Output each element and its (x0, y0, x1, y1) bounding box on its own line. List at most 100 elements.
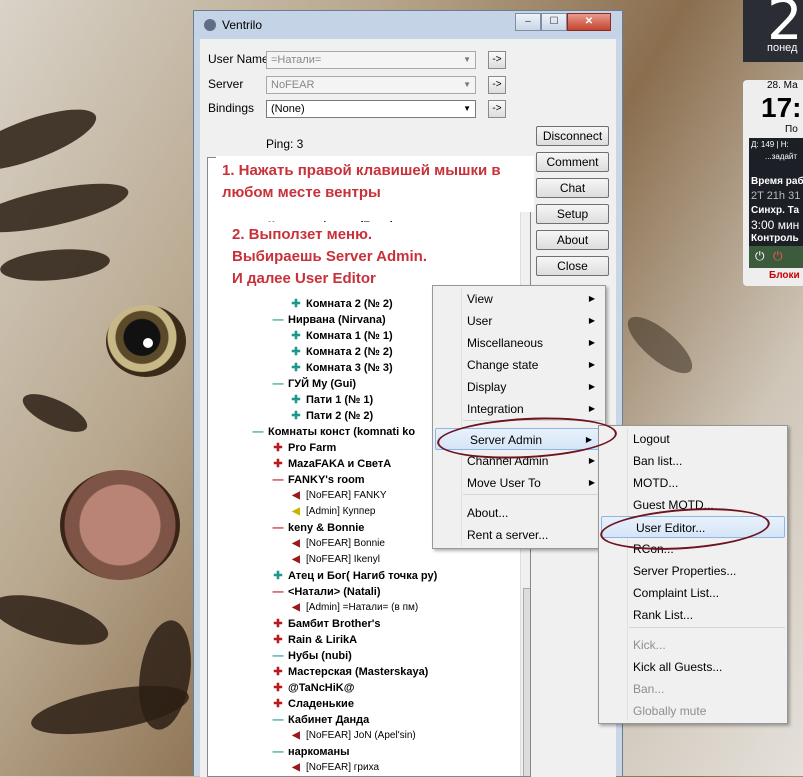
chevron-down-icon: ▼ (463, 80, 471, 89)
submenu-item-server-properties[interactable]: Server Properties... (599, 560, 787, 582)
tree-channel-row[interactable]: — Комнаты конст (komnati ko (252, 424, 416, 440)
tree-row-label: Мастерская (Masterskaya) (288, 666, 429, 678)
submenu-item-logout[interactable]: Logout (599, 428, 787, 450)
tree-channel-row[interactable]: ✚ Атец и Бог( Нагиб точка ру) (272, 568, 437, 584)
server-combo[interactable]: NoFEAR ▼ (266, 76, 476, 94)
maximize-button[interactable]: ☐ (541, 13, 567, 31)
tree-channel-row[interactable]: — keny & Bonnie (272, 520, 365, 536)
submenu-item-motd[interactable]: MOTD... (599, 472, 787, 494)
tree-channel-row[interactable]: ✚ Мастерская (Masterskaya) (272, 664, 428, 680)
menu-item-label: Kick all Guests... (633, 660, 723, 674)
comment-button[interactable]: Comment (536, 152, 609, 172)
tree-user-row[interactable]: ◀ [NoFEAR] JoN (Apel'sin) (290, 728, 416, 744)
cal-2t: 2T 21h 31 (751, 190, 801, 202)
about-button[interactable]: About (536, 230, 609, 250)
submenu-item-kick-all-guests[interactable]: Kick all Guests... (599, 656, 787, 678)
context-menu-item-integration[interactable]: Integration ▶ (433, 398, 605, 420)
tree-channel-row[interactable]: ✚ Комната 3 (№ 3) (290, 360, 392, 376)
disconnect-button[interactable]: Disconnect (536, 126, 609, 146)
tree-channel-row[interactable]: ✚ Комната 2 (№ 2) (290, 296, 393, 312)
tree-user-row[interactable]: ◀ [NoFEAR] Ikenyl (290, 552, 380, 568)
note-2-line-2: Выбираешь Server Admin. (232, 248, 428, 265)
power-icon[interactable]: ⏻ (755, 249, 765, 264)
submenu-item-rank-list[interactable]: Rank List... (599, 604, 787, 626)
tree-channel-row[interactable]: — FANKY's room (272, 472, 365, 488)
menu-item-label: Move User To (467, 476, 541, 490)
context-menu-item-about[interactable]: About... (433, 502, 605, 524)
tree-channel-row[interactable]: ✚ Комната 2 (№ 2) (290, 344, 392, 360)
tree-channel-row[interactable]: ✚ @TaNcHiK@ (272, 680, 354, 696)
tree-row-label: Пати 2 (№ 2) (306, 410, 374, 422)
menu-separator (629, 627, 785, 628)
menu-item-label: Ban list... (633, 454, 683, 468)
chevron-down-icon: ▼ (463, 55, 471, 64)
tree-channel-row[interactable]: ✚ Пати 1 (№ 1) (290, 392, 373, 408)
tree-row-label: Комната 2 (№ 2) (306, 298, 393, 310)
locked-channel-icon: ✚ (273, 698, 283, 710)
submenu-item-complaint-list[interactable]: Complaint List... (599, 582, 787, 604)
submenu-item-ban-list[interactable]: Ban list... (599, 450, 787, 472)
tree-row-label: Pro Farm (288, 442, 337, 454)
menu-item-label: Change state (467, 358, 539, 372)
title-bar[interactable]: Ventrilo – ☐ ✕ (194, 11, 622, 39)
server-go-button[interactable]: -> (488, 76, 506, 94)
menu-separator (463, 494, 603, 495)
chat-button[interactable]: Chat (536, 178, 609, 198)
ping-readout: Ping: 3 (266, 137, 304, 151)
speaker-icon: ◀ (292, 554, 300, 565)
context-menu-item-miscellaneous[interactable]: Miscellaneous ▶ (433, 332, 605, 354)
submenu-item-ban: Ban... (599, 678, 787, 700)
tree-channel-row[interactable]: ✚ Бамбит Brother's (272, 616, 380, 632)
context-menu-item-change-state[interactable]: Change state ▶ (433, 354, 605, 376)
menu-item-label: Miscellaneous (467, 336, 544, 350)
context-menu-item-view[interactable]: View ▶ (433, 288, 605, 310)
tree-channel-row[interactable]: — ГУЙ Му (Gui) (272, 376, 357, 392)
submenu-arrow-icon: ▶ (588, 316, 595, 325)
close-window-button[interactable]: ✕ (567, 13, 611, 31)
tree-channel-row[interactable]: ✚ MazaFAKA и СветА (272, 456, 391, 472)
cal-weekday: По (785, 124, 798, 135)
scrollbar-thumb[interactable] (523, 588, 530, 776)
tree-channel-row[interactable]: ✚ Пати 2 (№ 2) (290, 408, 373, 424)
user-name-combo[interactable]: =Натали= ▼ (266, 51, 476, 69)
context-menu-item-display[interactable]: Display ▶ (433, 376, 605, 398)
cal-power-bar[interactable]: ⏻ ⏻ (749, 246, 803, 268)
tree-user-row[interactable]: ◀ [NoFEAR] Bonnie (290, 536, 385, 552)
chevron-down-icon: ▼ (463, 104, 471, 113)
bindings-value: (None) (271, 103, 305, 115)
tree-channel-row[interactable]: ✚ Rain & LirikA (272, 632, 357, 648)
tree-channel-row[interactable]: ✚ Pro Farm (272, 440, 336, 456)
note-2-line-1: 2. Выползет меню. (232, 226, 373, 243)
tree-row-label: [NoFEAR] гриха (306, 762, 380, 773)
menu-item-label: Display (467, 380, 507, 394)
tree-channel-row[interactable]: — Нубы (nubi) (272, 648, 352, 664)
tree-user-row[interactable]: ◀ [NoFEAR] FANKY (290, 488, 386, 504)
locked-channel-collapse-icon: — (272, 586, 284, 598)
bindings-combo[interactable]: (None) ▼ (266, 100, 476, 118)
tree-user-row[interactable]: ◀ [Admin] Куппер (290, 504, 375, 520)
expand-channel-icon: ✚ (291, 298, 301, 310)
tree-channel-row[interactable]: — <Натали> (Natali) (272, 584, 381, 600)
tree-user-row[interactable]: ◀ [NoFEAR] гриха (290, 760, 379, 776)
menu-item-label: Complaint List... (633, 586, 720, 600)
setup-button[interactable]: Setup (536, 204, 609, 224)
collapse-channel-icon: — (272, 714, 284, 726)
tree-channel-row[interactable]: — Нирвана (Nirvana) (272, 312, 386, 328)
tree-row-label: ГУЙ Му (Gui) (288, 378, 357, 390)
tree-channel-row[interactable]: ✚ Комната 1 (№ 1) (290, 328, 392, 344)
cal-vremya: Время раб (751, 176, 803, 187)
restart-icon[interactable]: ⏻ (773, 249, 783, 264)
cal-min: 3:00 мин (751, 218, 800, 232)
context-menu-item-user[interactable]: User ▶ (433, 310, 605, 332)
submenu-arrow-icon: ▶ (588, 478, 595, 487)
close-button[interactable]: Close (536, 256, 609, 276)
user-name-go-button[interactable]: -> (488, 51, 506, 69)
tree-user-row[interactable]: ◀ [Admin] =Натали= (в пм) (290, 600, 418, 616)
tree-channel-row[interactable]: — наркоманы (272, 744, 350, 760)
minimize-button[interactable]: – (515, 13, 541, 31)
context-menu-item-move-user-to[interactable]: Move User To ▶ (433, 472, 605, 494)
context-menu-item-rent-a-server[interactable]: Rent a server... (433, 524, 605, 546)
bindings-go-button[interactable]: -> (488, 100, 506, 118)
tree-channel-row[interactable]: ✚ Сладенькие (272, 696, 354, 712)
tree-channel-row[interactable]: — Кабинет Данда (272, 712, 370, 728)
